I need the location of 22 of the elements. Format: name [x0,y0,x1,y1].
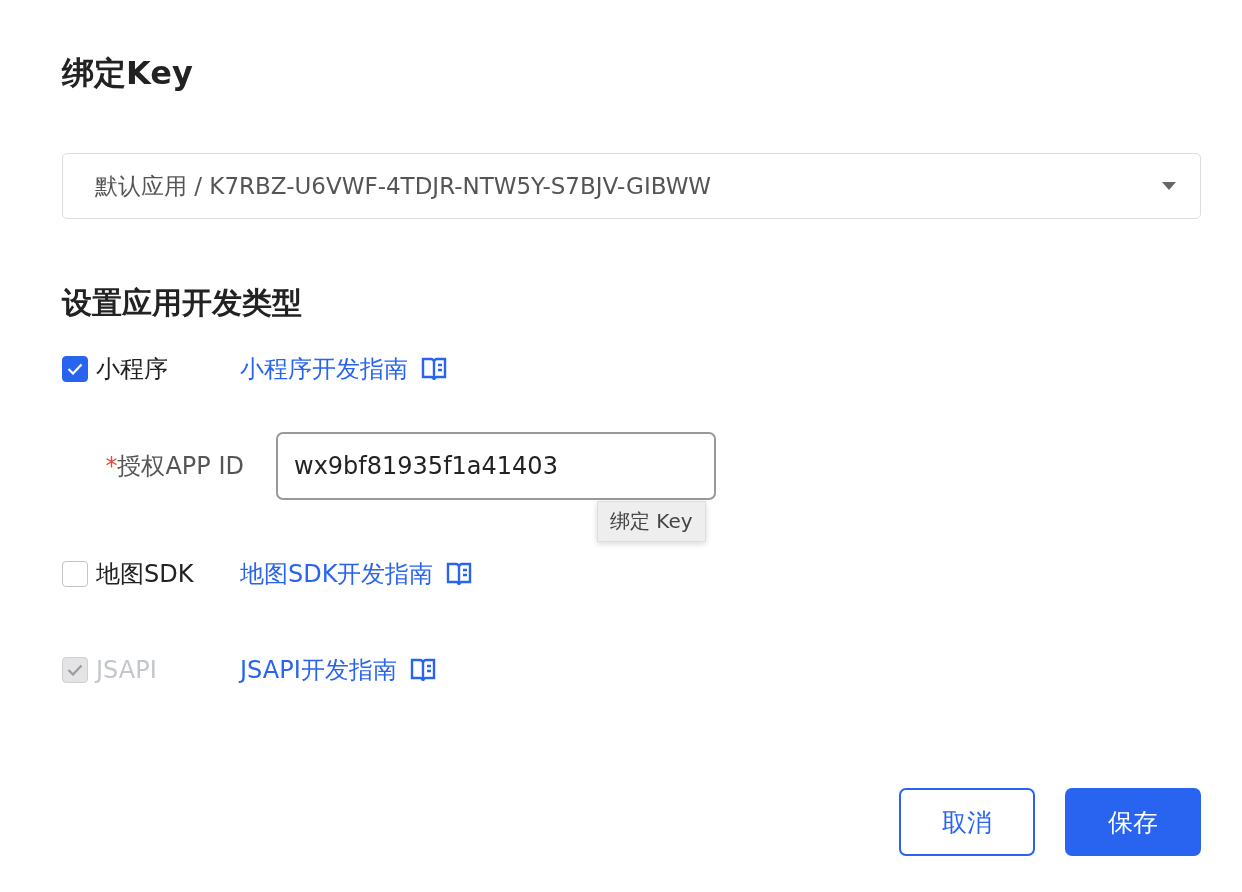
select-value: 默认应用 / K7RBZ-U6VWF-4TDJR-NTW5Y-S7BJV-GIBWW [95,171,712,201]
option-label: 地图SDK [96,559,195,590]
book-icon [420,355,448,383]
book-icon [408,656,437,684]
cancel-button[interactable]: 取消 [899,788,1035,856]
book-icon [445,560,474,588]
section-title: 设置应用开发类型 [62,284,303,322]
option-label: JSAPI [96,656,158,684]
check-icon [67,363,83,375]
checkbox[interactable] [62,561,88,587]
tooltip: 绑定 Key [597,501,706,542]
field-label: *授权APP ID [104,451,244,482]
checkbox[interactable] [62,356,88,382]
guide-link[interactable]: 地图SDK开发指南 [240,558,474,590]
caret-icon [1162,182,1176,190]
dialog-title: 绑定Key [62,53,194,94]
option-label: 小程序 [96,354,169,385]
key-select[interactable]: 默认应用 / K7RBZ-U6VWF-4TDJR-NTW5Y-S7BJV-GIBWW [62,153,1201,219]
check-icon [67,664,83,676]
save-button[interactable]: 保存 [1065,788,1201,856]
app-id-field[interactable]: wx9bf81935f1a41403 [276,432,716,500]
guide-link[interactable]: 小程序开发指南 [240,353,448,385]
